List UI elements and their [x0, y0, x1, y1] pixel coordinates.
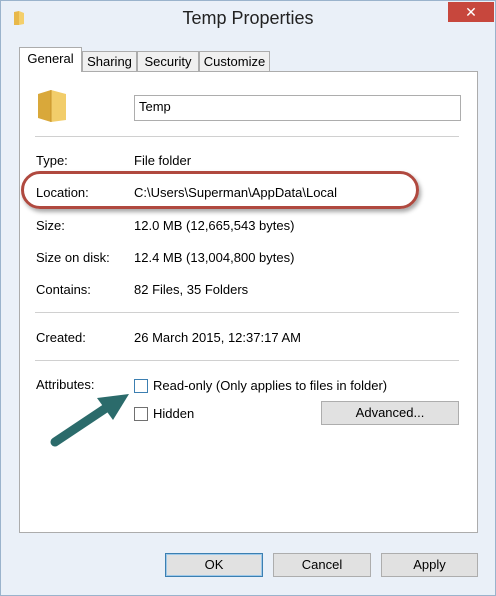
- title-bar: Temp Properties ✕: [1, 1, 495, 39]
- contains-value: 82 Files, 35 Folders: [134, 282, 249, 297]
- hidden-label[interactable]: Hidden: [153, 406, 194, 421]
- size-value: 12.0 MB (12,665,543 bytes): [134, 218, 295, 233]
- size-label: Size:: [36, 218, 65, 233]
- general-panel: [19, 71, 478, 533]
- read-only-label[interactable]: Read-only (Only applies to files in fold…: [153, 378, 387, 393]
- contains-label: Contains:: [36, 282, 91, 297]
- created-value: 26 March 2015, 12:37:17 AM: [134, 330, 301, 345]
- location-highlight-ellipse: [21, 171, 419, 209]
- created-label: Created:: [36, 330, 86, 345]
- type-value: File folder: [134, 153, 192, 168]
- close-button[interactable]: ✕: [448, 2, 494, 22]
- tab-general[interactable]: General: [19, 47, 82, 72]
- annotation-arrow: [50, 394, 129, 447]
- separator: [35, 136, 459, 137]
- tab-sharing[interactable]: Sharing: [82, 51, 137, 71]
- size-on-disk-value: 12.4 MB (13,004,800 bytes): [134, 250, 295, 265]
- separator: [35, 360, 459, 361]
- type-label: Type:: [36, 153, 68, 168]
- size-on-disk-label: Size on disk:: [36, 250, 110, 265]
- properties-window: Temp Properties ✕ General Sharing Securi…: [0, 0, 496, 596]
- cancel-button[interactable]: Cancel: [273, 553, 371, 577]
- tab-customize[interactable]: Customize: [199, 51, 270, 71]
- close-icon: ✕: [465, 3, 477, 20]
- folder-large-icon: [38, 90, 66, 122]
- tab-security[interactable]: Security: [137, 51, 199, 71]
- separator: [35, 312, 459, 313]
- advanced-button[interactable]: Advanced...: [321, 401, 459, 425]
- apply-button[interactable]: Apply: [381, 553, 478, 577]
- ok-button[interactable]: OK: [165, 553, 263, 577]
- folder-name-input[interactable]: Temp: [134, 95, 461, 121]
- window-title: Temp Properties: [182, 8, 314, 28]
